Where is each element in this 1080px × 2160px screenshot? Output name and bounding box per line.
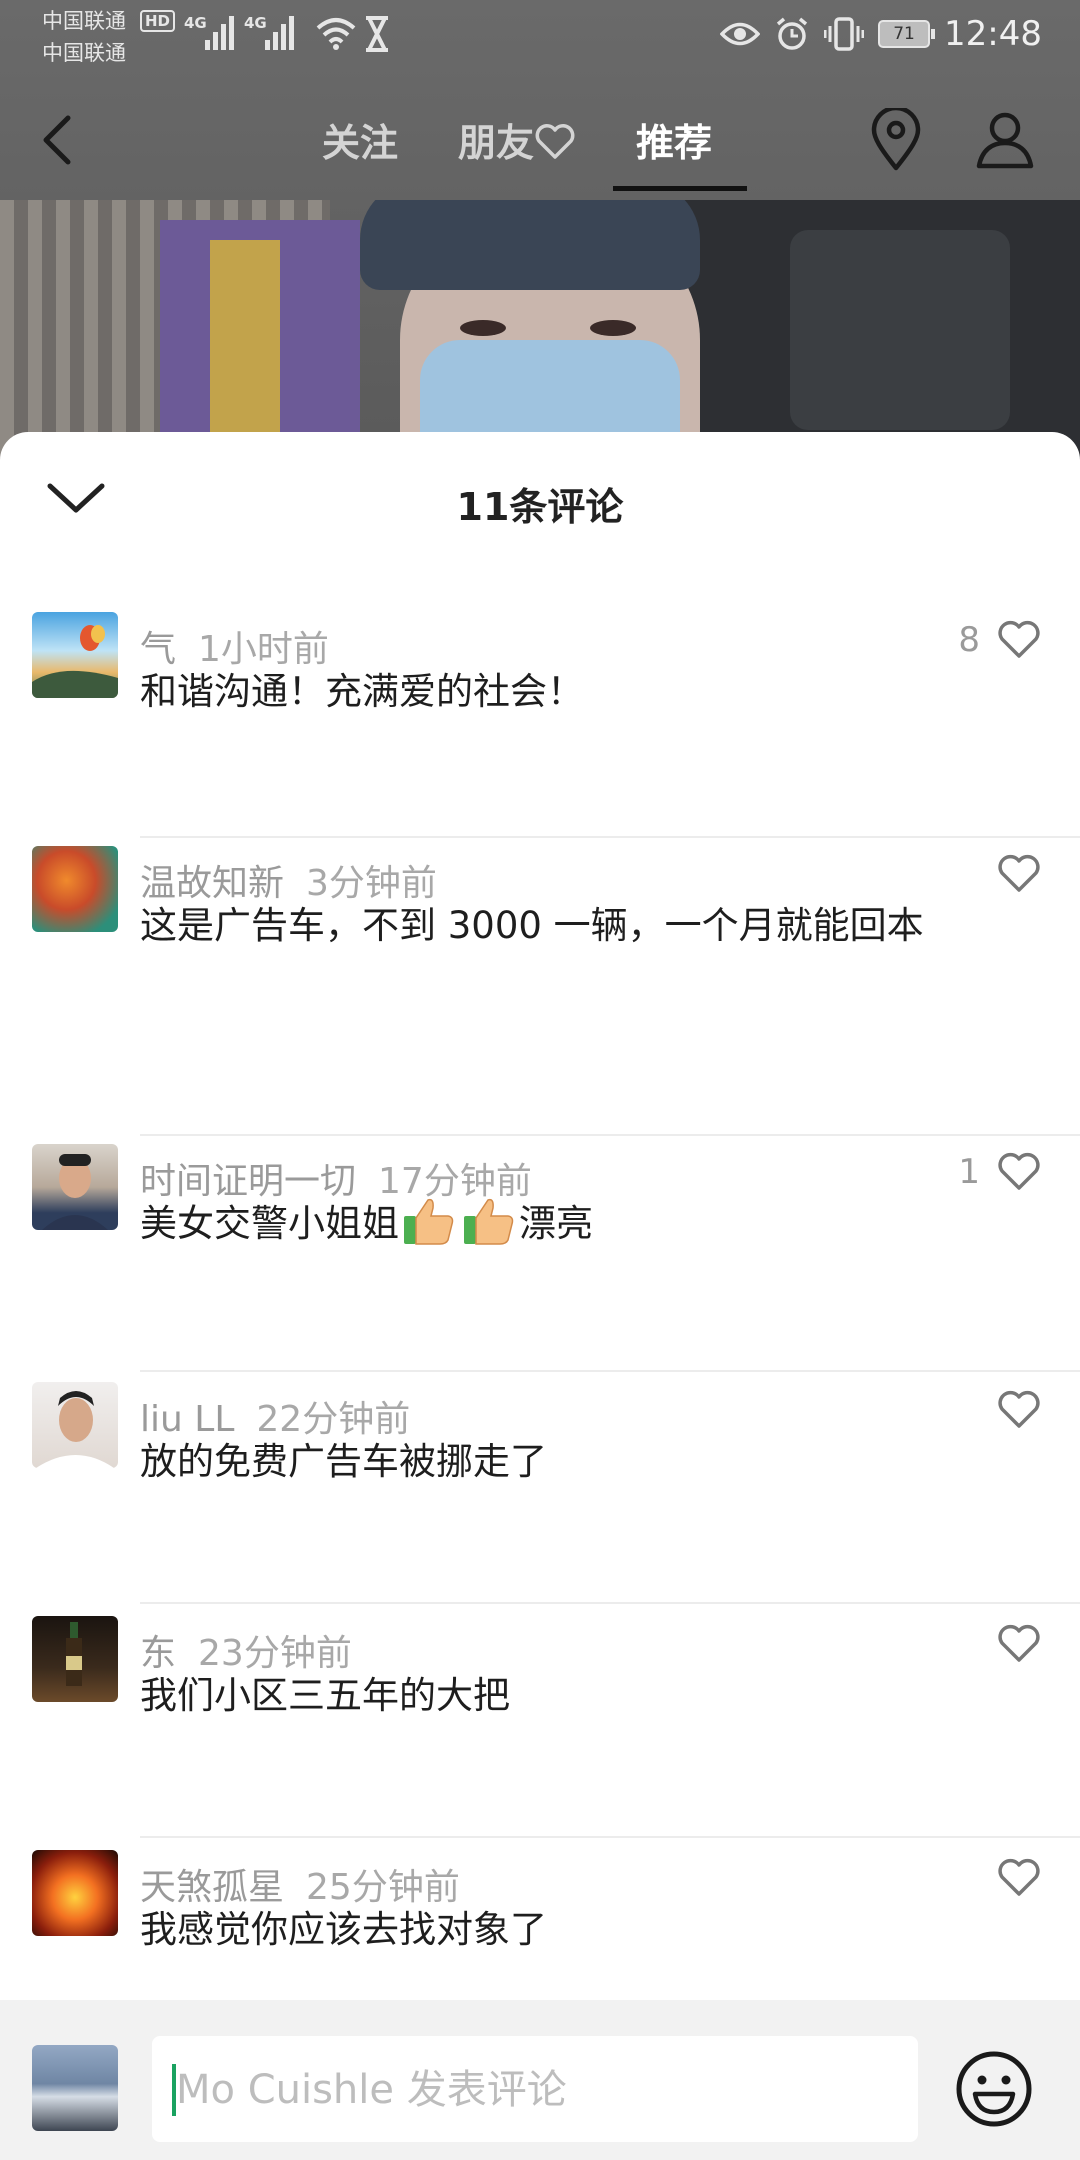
heart-outline-icon [998,1624,1040,1662]
heart-outline-icon [998,854,1040,892]
top-navigation: 关注 朋友 推荐 [0,90,1080,200]
comment-text-part: 美女交警小姐姐 [140,1202,399,1245]
comment-item[interactable]: liu LL 22分钟前 放的免费广告车被挪走了 [0,1382,1080,1618]
signal-icon-2 [265,14,294,50]
tab-friends-label: 朋友 [458,121,535,165]
like-button[interactable] [980,854,1042,894]
comment-count-title: 11条评论 [456,485,624,529]
battery-icon: 71 [878,20,936,48]
comment-input-bar [0,2000,1080,2160]
like-count: 1 [958,1152,980,1192]
comment-sheet-header: 11条评论 [0,432,1080,572]
avatar[interactable] [32,1616,118,1702]
location-pin-icon[interactable] [870,108,922,172]
tab-recommend[interactable]: 推荐 [636,112,712,167]
thumbs-up-icon [464,1198,514,1245]
comment-item[interactable]: 天煞孤星 25分钟前 我感觉你应该去找对象了 [0,1850,1080,2000]
avatar[interactable] [32,612,118,698]
heart-outline-icon [535,124,575,159]
heart-outline-icon [998,1152,1040,1190]
like-count: 8 [958,620,980,660]
carrier-label-secondary: 中国联通 [42,41,126,65]
divider [140,1134,1080,1136]
like-button[interactable] [980,1390,1042,1430]
avatar[interactable] [32,846,118,932]
heart-outline-icon [998,1858,1040,1896]
carrier-label: 中国联通 [42,9,126,33]
comment-item[interactable]: 温故知新 3分钟前 这是广告车，不到 3000 一辆，一个月就能回本 [0,846,1080,1146]
video-frame [0,200,1080,460]
comment-input-container[interactable] [152,2036,918,2144]
wifi-icon [316,18,356,50]
heart-outline-icon [998,620,1040,658]
comment-text: 美女交警小姐姐 漂亮 [140,1192,950,1256]
tab-friends[interactable]: 朋友 [458,112,576,167]
vibrate-icon [824,17,865,51]
comment-input[interactable] [174,2036,898,2144]
network-type-label-2: 4G [244,14,267,32]
divider [140,1836,1080,1838]
comment-text: 我们小区三五年的大把 [140,1674,510,1717]
comment-item[interactable]: 东 23分钟前 我们小区三五年的大把 [0,1616,1080,1852]
emoji-icon[interactable] [955,2050,1033,2128]
active-tab-indicator [613,186,747,191]
comment-item[interactable]: 时间证明一切 17分钟前 美女交警小姐姐 漂亮 1 [0,1144,1080,1384]
tab-follow[interactable]: 关注 [322,112,398,167]
heart-outline-icon [998,1390,1040,1428]
like-button[interactable] [980,1624,1042,1664]
network-type-label: 4G [184,14,207,32]
eye-comfort-icon [720,22,761,46]
comment-text: 放的免费广告车被挪走了 [140,1440,547,1483]
avatar[interactable] [32,1144,118,1230]
status-clock: 12:48 [944,14,1042,54]
comment-text: 这是广告车，不到 3000 一辆，一个月就能回本 [140,904,924,947]
divider [140,1602,1080,1604]
my-avatar[interactable] [32,2045,118,2131]
comment-item[interactable]: 气 1小时前 和谐沟通！充满爱的社会！ 8 [0,612,1080,852]
hd-badge: HD [140,10,176,32]
status-bar: 中国联通 中国联通 HD 4G 4G 71 12:48 [0,0,1080,75]
like-button[interactable]: 1 [958,1152,1042,1192]
hourglass-icon [366,16,388,52]
comment-text: 和谐沟通！充满爱的社会！ [140,670,584,713]
like-button[interactable]: 8 [958,620,1042,660]
thumbs-up-icon [404,1198,454,1245]
like-button[interactable] [980,1858,1042,1898]
comment-sheet: 11条评论 气 1小时前 和谐沟通！充满爱的社会！ 8 温故知新 3分钟前 这是广告… [0,432,1080,2160]
signal-icon [205,14,234,50]
avatar[interactable] [32,1382,118,1468]
avatar[interactable] [32,1850,118,1936]
comment-text-part: 漂亮 [519,1202,593,1245]
comment-text: 我感觉你应该去找对象了 [140,1908,547,1951]
alarm-icon [776,17,808,50]
divider [140,1370,1080,1372]
profile-icon[interactable] [976,110,1034,170]
divider [140,836,1080,838]
